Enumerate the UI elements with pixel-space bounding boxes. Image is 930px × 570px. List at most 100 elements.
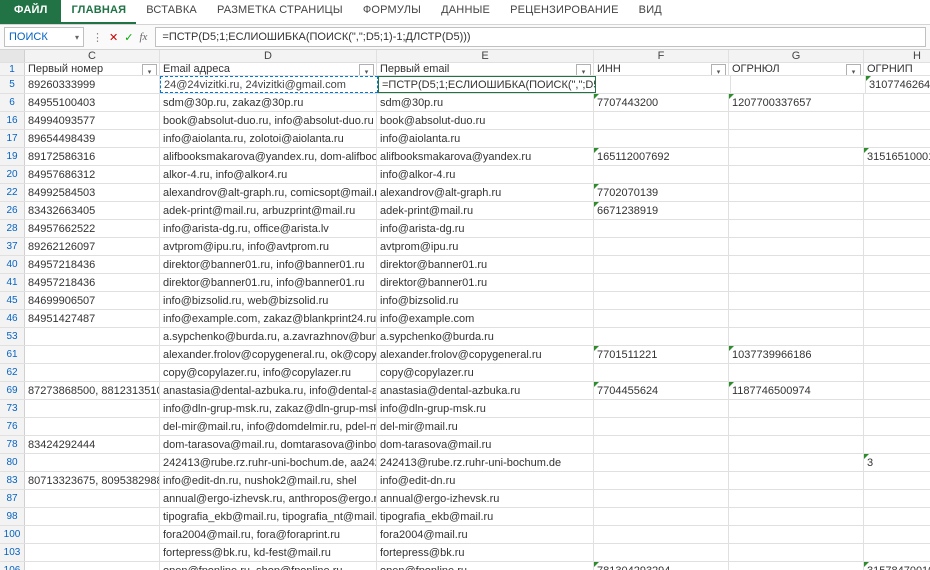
cell[interactable] (729, 238, 864, 255)
cell[interactable]: info@bizsolid.ru, web@bizsolid.ru (160, 292, 377, 309)
cell[interactable]: 781304293294 (594, 562, 729, 570)
cell[interactable] (596, 76, 731, 93)
cell[interactable] (729, 130, 864, 147)
cell[interactable] (25, 526, 160, 543)
col-header-G[interactable]: G (729, 50, 864, 62)
cell[interactable] (594, 400, 729, 417)
cell[interactable]: anastasia@dental-azbuka.ru, info@dental-… (160, 382, 377, 399)
row-number[interactable]: 76 (0, 418, 25, 435)
cell[interactable]: 310774626400672 (866, 76, 930, 93)
cell[interactable] (594, 436, 729, 453)
row-number[interactable]: 28 (0, 220, 25, 237)
row-number[interactable]: 62 (0, 364, 25, 381)
cell[interactable] (864, 400, 930, 417)
cell[interactable]: direktor@banner01.ru (377, 256, 594, 273)
cell[interactable] (594, 274, 729, 291)
cell[interactable]: copy@copylazer.ru, info@copylazer.ru (160, 364, 377, 381)
cell[interactable] (864, 202, 930, 219)
cell[interactable] (864, 328, 930, 345)
row-number[interactable]: 80 (0, 454, 25, 471)
cell[interactable] (25, 490, 160, 507)
cell[interactable]: 89172586316 (25, 148, 160, 165)
cell[interactable]: dom-tarasova@mail.ru (377, 436, 594, 453)
header-cell[interactable]: Первый номер ▾ (25, 63, 160, 75)
tab-insert[interactable]: ВСТАВКА (136, 0, 207, 24)
cell[interactable] (729, 112, 864, 129)
cell[interactable] (25, 508, 160, 525)
cell[interactable]: del-mir@mail.ru, info@domdelmir.ru, pdel… (160, 418, 377, 435)
cell[interactable]: 83432663405 (25, 202, 160, 219)
cell[interactable]: 24@24vizitki.ru, 24vizitki@gmail.com (160, 76, 378, 93)
cell[interactable] (864, 292, 930, 309)
cell[interactable] (25, 364, 160, 381)
cell[interactable] (729, 508, 864, 525)
cell[interactable]: 242413@rube.rz.ruhr-uni-bochum.de, aa242… (160, 454, 377, 471)
cell[interactable]: 1037739966186 (729, 346, 864, 363)
header-cell[interactable]: ОГРНЮЛ ▾ (729, 63, 864, 75)
cell[interactable]: 89262126097 (25, 238, 160, 255)
cell[interactable]: fortepress@bk.ru, kd-fest@mail.ru (160, 544, 377, 561)
cell[interactable] (594, 220, 729, 237)
row-number[interactable]: 37 (0, 238, 25, 255)
cell[interactable]: info@edit-dn.ru (377, 472, 594, 489)
cell[interactable] (594, 418, 729, 435)
cell[interactable] (25, 346, 160, 363)
cell[interactable] (864, 220, 930, 237)
cell[interactable]: 84957662522 (25, 220, 160, 237)
cell[interactable] (594, 364, 729, 381)
row-number[interactable]: 19 (0, 148, 25, 165)
cell[interactable]: 7707443200 (594, 94, 729, 111)
cell[interactable] (864, 508, 930, 525)
cell[interactable] (25, 562, 160, 570)
cell[interactable]: 3 (864, 454, 930, 471)
cell[interactable] (729, 418, 864, 435)
cell[interactable] (729, 148, 864, 165)
cell[interactable]: 6671238919 (594, 202, 729, 219)
cell[interactable] (594, 472, 729, 489)
cell[interactable]: anastasia@dental-azbuka.ru (377, 382, 594, 399)
cell[interactable]: book@absolut-duo.ru, info@absolut-duo.ru (160, 112, 377, 129)
header-cell[interactable]: ОГРНИП (864, 63, 930, 75)
cell[interactable]: dom-tarasova@mail.ru, domtarasova@inbox.… (160, 436, 377, 453)
cell[interactable]: fortepress@bk.ru (377, 544, 594, 561)
row-number[interactable]: 40 (0, 256, 25, 273)
cell[interactable] (864, 166, 930, 183)
cell[interactable] (729, 202, 864, 219)
cell[interactable] (864, 382, 930, 399)
cell[interactable]: alexandrov@alt-graph.ru, comicsopt@mail.… (160, 184, 377, 201)
cell[interactable] (729, 526, 864, 543)
cell[interactable]: 84951427487 (25, 310, 160, 327)
filter-button[interactable]: ▾ (846, 64, 861, 75)
tab-page-layout[interactable]: РАЗМЕТКА СТРАНИЦЫ (207, 0, 353, 24)
cell[interactable]: 7704455624 (594, 382, 729, 399)
cell[interactable]: alexandrov@alt-graph.ru (377, 184, 594, 201)
tab-file[interactable]: ФАЙЛ (0, 0, 61, 24)
cell[interactable] (594, 238, 729, 255)
row-number[interactable]: 103 (0, 544, 25, 561)
cell[interactable] (864, 346, 930, 363)
cell[interactable] (729, 400, 864, 417)
row-number[interactable]: 98 (0, 508, 25, 525)
spreadsheet-grid[interactable]: C D E F G H 1 Первый номер ▾ Email адрес… (0, 50, 930, 570)
cell[interactable]: info@example.com (377, 310, 594, 327)
cell[interactable]: a.sypchenko@burda.ru, a.zavrazhnov@burda… (160, 328, 377, 345)
row-number[interactable]: 83 (0, 472, 25, 489)
cell[interactable] (25, 544, 160, 561)
cell[interactable]: 84957218436 (25, 256, 160, 273)
cell[interactable] (729, 454, 864, 471)
cell[interactable]: 1207700337657 (729, 94, 864, 111)
cell[interactable]: 89654498439 (25, 130, 160, 147)
cell[interactable] (25, 328, 160, 345)
cell[interactable]: alifbooksmakarova@yandex.ru, dom-alifboo… (160, 148, 377, 165)
cell[interactable]: direktor@banner01.ru, info@banner01.ru (160, 274, 377, 291)
cell[interactable]: 315165100010888 (864, 148, 930, 165)
chevron-down-icon[interactable]: ▾ (75, 33, 79, 42)
cell[interactable]: direktor@banner01.ru (377, 274, 594, 291)
cell[interactable] (729, 184, 864, 201)
cell[interactable]: 165112007692 (594, 148, 729, 165)
cell[interactable]: info@edit-dn.ru, nushok2@mail.ru, shel (160, 472, 377, 489)
cell[interactable]: annual@ergo-izhevsk.ru, anthropos@ergo.r… (160, 490, 377, 507)
cell[interactable]: avtprom@ipu.ru, info@avtprom.ru (160, 238, 377, 255)
col-header-C[interactable]: C (25, 50, 160, 62)
cell[interactable]: info@dln-grup-msk.ru (377, 400, 594, 417)
